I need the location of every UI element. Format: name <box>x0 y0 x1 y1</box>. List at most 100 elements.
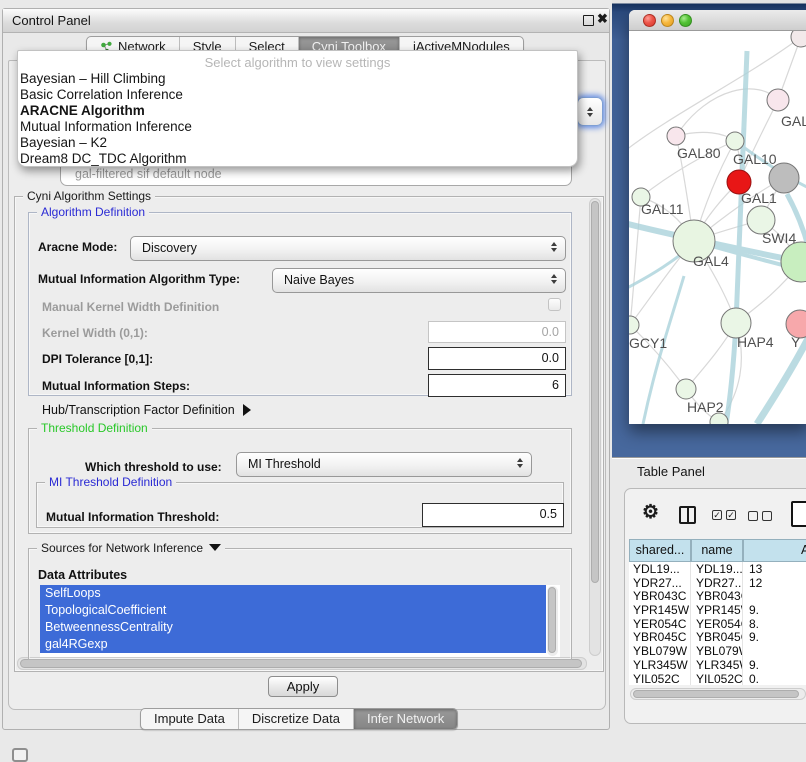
table-row[interactable]: YBR043CYBR043C <box>629 589 806 603</box>
hub-factor-label: Hub/Transcription Factor Definition <box>42 403 235 417</box>
unchecked-checkbox-icon[interactable] <box>748 511 758 521</box>
network-node[interactable] <box>726 132 744 150</box>
tab-discretize-data[interactable]: Discretize Data <box>239 709 354 729</box>
node-label: SWI4 <box>762 230 796 246</box>
checked-checkbox-icon[interactable]: ✓ <box>712 510 722 520</box>
table-cell: YBR043C <box>691 589 743 603</box>
table-cell: 13 <box>743 562 806 576</box>
dpi-tolerance-field[interactable]: 0.0 <box>428 347 566 370</box>
table-row[interactable]: YER054CYER054C8. <box>629 617 806 631</box>
table-horizontal-scrollbar-thumb[interactable] <box>633 690 799 698</box>
table-cell: YDL19... <box>629 562 691 576</box>
table-cell: YLR345W <box>629 658 691 672</box>
algorithm-list-item[interactable]: Mutual Information Inference <box>18 119 577 135</box>
table-row[interactable]: YLR345WYLR345W9. <box>629 658 806 672</box>
table-row[interactable]: YIL052CYIL052C0. <box>629 672 806 686</box>
data-attribute-item[interactable]: SelfLoops <box>40 585 546 602</box>
table-cell: YBR045C <box>691 630 743 644</box>
network-node[interactable] <box>781 242 806 282</box>
which-threshold-label: Which threshold to use: <box>85 460 222 474</box>
table-cell: YPR145W <box>629 603 691 617</box>
network-node[interactable] <box>667 127 685 145</box>
network-node[interactable] <box>769 163 799 193</box>
gear-icon[interactable]: ⚙ <box>642 501 659 524</box>
algorithm-list-item[interactable]: Bayesian – Hill Climbing <box>18 71 577 87</box>
algorithm-list-item[interactable]: Bayesian – K2 <box>18 135 577 151</box>
table-cell <box>743 589 806 603</box>
control-panel-titlebar: Control Panel <box>3 9 609 33</box>
table-cell <box>743 644 806 658</box>
table-cell: YLR345W <box>691 658 743 672</box>
manual-kernel-checkbox[interactable] <box>548 298 561 311</box>
attributes-scrollbar[interactable] <box>547 586 558 656</box>
mi-steps-field[interactable]: 6 <box>428 374 566 397</box>
table-row[interactable]: YPR145WYPR145W9. <box>629 603 806 617</box>
cyni-algorithm-settings-title: Cyni Algorithm Settings <box>23 189 155 203</box>
hub-factor-expander[interactable]: Hub/Transcription Factor Definition <box>42 403 251 417</box>
spinner-down-icon <box>587 113 593 117</box>
algorithm-combo-arrow-button[interactable] <box>577 97 603 126</box>
expander-collapsed-icon <box>243 404 251 416</box>
combo-arrows-icon <box>517 458 523 468</box>
data-attribute-item[interactable]: BetweennessCentrality <box>40 619 546 636</box>
algorithm-list-item[interactable]: ARACNE Algorithm <box>18 103 577 119</box>
table-cell: YIL052C <box>629 672 691 686</box>
minimized-panel-icon[interactable] <box>12 748 28 762</box>
table-row[interactable]: YDL19...YDL19...13 <box>629 562 806 576</box>
kernel-width-field[interactable]: 0.0 <box>428 321 566 343</box>
data-attributes-list: SelfLoopsTopologicalCoefficientBetweenne… <box>40 585 560 657</box>
table-cell: YBL079W <box>629 644 691 658</box>
column-header-name[interactable]: name <box>691 539 743 562</box>
network-canvas[interactable]: GALGAL80GAL10GAL11GAL1SWI4GAL4GCY1HAP4YH… <box>629 31 806 424</box>
mi-steps-label: Mutual Information Steps: <box>42 379 190 393</box>
expander-expanded-icon <box>209 544 221 551</box>
data-attribute-item[interactable]: gal4RGexp <box>40 636 546 653</box>
algorithm-list-item[interactable]: Dream8 DC_TDC Algorithm <box>18 151 577 167</box>
checked-checkbox-icon[interactable]: ✓ <box>726 510 736 520</box>
combo-arrows-icon <box>551 242 557 252</box>
network-node[interactable] <box>629 316 639 334</box>
which-threshold-combo[interactable]: MI Threshold <box>236 452 532 477</box>
mi-type-label: Mutual Information Algorithm Type: <box>38 272 240 286</box>
table-cell: YER054C <box>629 617 691 631</box>
window-close-traffic-icon[interactable] <box>643 14 656 27</box>
node-label: GAL1 <box>741 190 777 206</box>
algorithm-list-item[interactable]: Basic Correlation Inference <box>18 87 577 103</box>
network-node[interactable] <box>676 379 696 399</box>
table-row[interactable]: YBL079WYBL079W <box>629 644 806 658</box>
window-minimize-traffic-icon[interactable] <box>661 14 674 27</box>
dpi-tolerance-label: DPI Tolerance [0,1]: <box>42 352 153 366</box>
mi-type-value: Naive Bayes <box>284 273 354 287</box>
split-pane-icon[interactable] <box>679 506 696 524</box>
table-cell: YDR27... <box>629 576 691 590</box>
unchecked-checkbox-icon[interactable] <box>762 511 772 521</box>
aracne-mode-combo[interactable]: Discovery <box>130 236 566 261</box>
control-panel-title: Control Panel <box>3 13 91 28</box>
sources-title[interactable]: Sources for Network Inference <box>37 541 225 555</box>
column-header-clipped[interactable]: A <box>743 539 806 562</box>
data-attribute-item[interactable]: TopologicalCoefficient <box>40 602 546 619</box>
float-window-icon[interactable] <box>583 15 594 26</box>
cyni-bottom-tabs: Impute Data Discretize Data Infer Networ… <box>140 708 458 730</box>
tab-infer-network[interactable]: Infer Network <box>354 709 457 729</box>
settings-vertical-scrollbar[interactable] <box>589 198 601 656</box>
table-row[interactable]: YDR27...YDR27...12 <box>629 576 806 590</box>
settings-horizontal-scrollbar-thumb[interactable] <box>20 659 582 668</box>
table-row[interactable]: YBR045CYBR045C9. <box>629 630 806 644</box>
window-zoom-traffic-icon[interactable] <box>679 14 692 27</box>
attributes-scrollbar-thumb[interactable] <box>548 587 556 653</box>
which-threshold-value: MI Threshold <box>248 457 321 471</box>
algorithm-definition-title: Algorithm Definition <box>37 205 149 219</box>
table-horizontal-scrollbar[interactable] <box>630 688 806 700</box>
network-node[interactable] <box>791 31 806 47</box>
apply-button[interactable]: Apply <box>268 676 338 697</box>
network-node[interactable] <box>767 89 789 111</box>
settings-vertical-scrollbar-thumb[interactable] <box>591 201 599 583</box>
tab-impute-data[interactable]: Impute Data <box>141 709 239 729</box>
table-cell: 12 <box>743 576 806 590</box>
column-header-shared-name[interactable]: shared... <box>629 539 691 562</box>
mi-type-combo[interactable]: Naive Bayes <box>272 268 566 293</box>
close-window-icon[interactable]: ✖ <box>597 11 608 27</box>
document-icon[interactable] <box>791 501 806 527</box>
mi-threshold-field[interactable]: 0.5 <box>422 503 564 527</box>
